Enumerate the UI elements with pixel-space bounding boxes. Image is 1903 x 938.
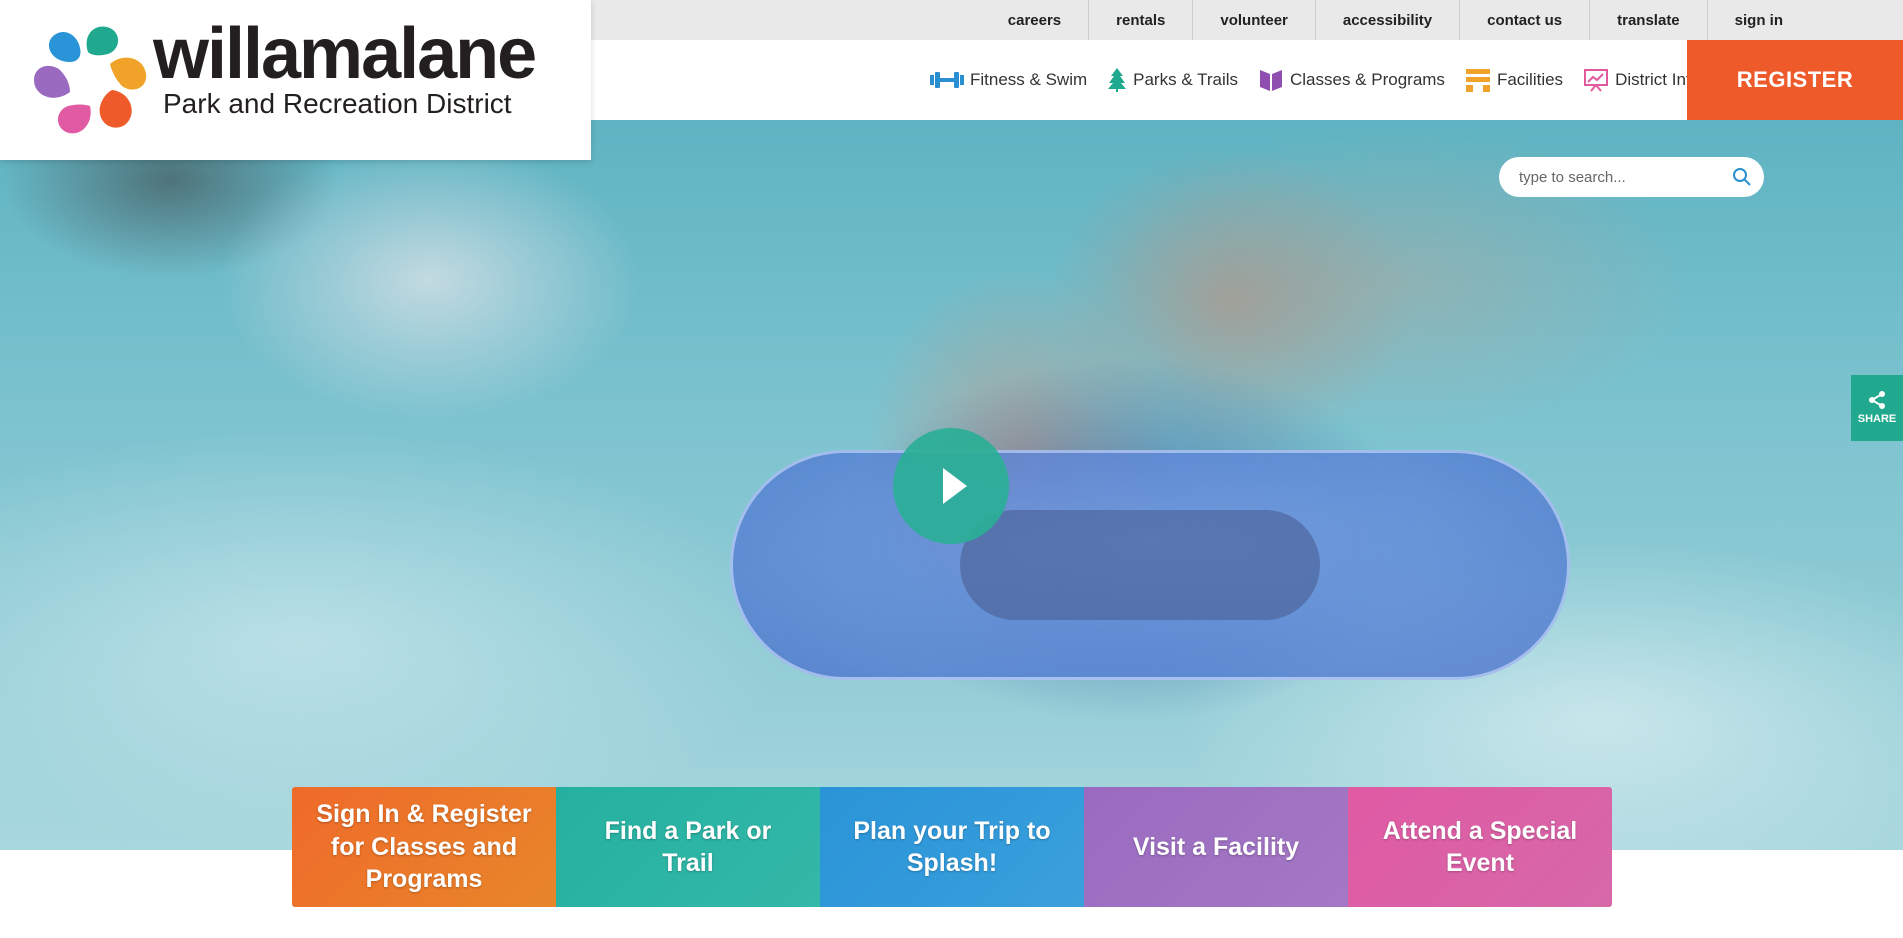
tree-icon xyxy=(1108,68,1127,92)
logo-flower-icon xyxy=(34,26,147,134)
brand-name: willamalane xyxy=(153,14,537,94)
register-button[interactable]: REGISTER xyxy=(1687,40,1903,120)
utility-link-careers[interactable]: careers xyxy=(981,0,1088,40)
tile-find-park[interactable]: Find a Park or Trail xyxy=(556,787,820,907)
share-button[interactable]: SHARE xyxy=(1851,375,1903,441)
utility-link-accessibility[interactable]: accessibility xyxy=(1314,0,1459,40)
dumbbell-icon xyxy=(930,72,964,88)
tile-plan-splash[interactable]: Plan your Trip to Splash! xyxy=(820,787,1084,907)
quick-links: Sign In & Register for Classes and Progr… xyxy=(292,787,1612,907)
nav-item-facilities[interactable]: Facilities xyxy=(1465,68,1563,92)
utility-link-volunteer[interactable]: volunteer xyxy=(1192,0,1315,40)
nav-item-district-info[interactable]: District Info xyxy=(1583,68,1700,92)
search-icon[interactable] xyxy=(1732,167,1752,187)
utility-link-contact-us[interactable]: contact us xyxy=(1459,0,1589,40)
building-icon xyxy=(1465,69,1490,92)
nav-item-label: Fitness & Swim xyxy=(970,70,1088,89)
share-icon xyxy=(1869,391,1885,409)
presentation-icon xyxy=(1584,69,1609,92)
share-label: SHARE xyxy=(1857,413,1897,425)
tile-visit-facility[interactable]: Visit a Facility xyxy=(1084,787,1348,907)
nav-item-label: Facilities xyxy=(1496,70,1564,89)
nav-item-parks-trails[interactable]: Parks & Trails xyxy=(1107,68,1238,92)
nav-item-fitness-swim[interactable]: Fitness & Swim xyxy=(930,70,1087,90)
nav-item-label: Classes & Programs xyxy=(1290,70,1445,89)
nav-item-classes-programs[interactable]: Classes & Programs xyxy=(1258,68,1445,92)
book-icon xyxy=(1260,70,1282,91)
utility-link-sign-in[interactable]: sign in xyxy=(1706,0,1783,40)
search-input[interactable] xyxy=(1519,168,1732,186)
page: careers rentals volunteer accessibility … xyxy=(0,0,1903,938)
tile-special-event[interactable]: Attend a Special Event xyxy=(1348,787,1612,907)
brand-subtitle: Park and Recreation District xyxy=(163,88,512,119)
utility-link-translate[interactable]: translate xyxy=(1589,0,1707,40)
tile-register-classes[interactable]: Sign In & Register for Classes and Progr… xyxy=(292,787,556,907)
utility-link-rentals[interactable]: rentals xyxy=(1088,0,1192,40)
nav-item-label: Parks & Trails xyxy=(1133,70,1238,89)
play-video-button[interactable] xyxy=(893,428,1009,544)
play-icon xyxy=(943,468,967,504)
site-logo[interactable]: willamalane Park and Recreation District xyxy=(0,0,591,160)
search-box xyxy=(1499,157,1764,197)
hero-image-shadow xyxy=(960,510,1320,620)
